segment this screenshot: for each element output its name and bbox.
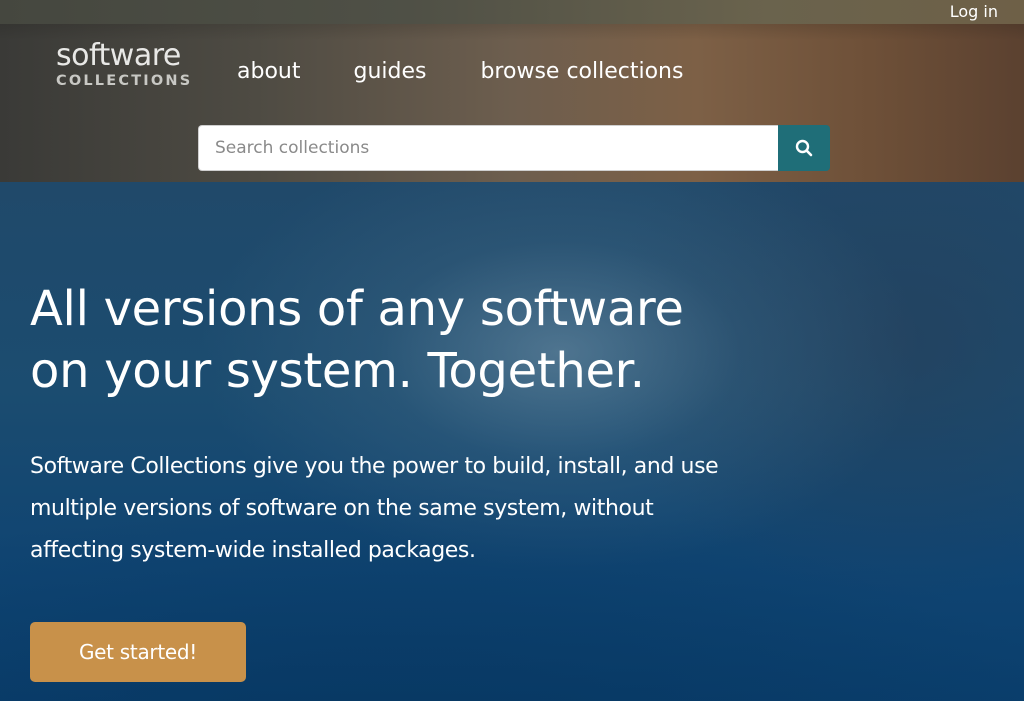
hero-section: All versions of any software on your sys… <box>0 182 1024 701</box>
hero-description-line: Software Collections give you the power … <box>30 454 719 479</box>
site-logo[interactable]: software COLLECTIONS <box>56 38 193 96</box>
nav-link-about[interactable]: about <box>237 56 300 88</box>
get-started-button[interactable]: Get started! <box>30 622 246 682</box>
hero-title-line: All versions of any software <box>30 281 684 337</box>
hero-title-line: on your system. Together. <box>30 343 645 399</box>
nav-link-browse-collections[interactable]: browse collections <box>480 56 683 88</box>
top-bar: Log in <box>0 0 1024 24</box>
search-input[interactable] <box>198 125 778 171</box>
hero-title: All versions of any software on your sys… <box>30 278 730 402</box>
logo-wordmark-bottom: COLLECTIONS <box>56 73 193 89</box>
search-button[interactable] <box>778 125 830 171</box>
page: Log in software COLLECTIONS about guides… <box>0 0 1024 701</box>
nav-link-guides[interactable]: guides <box>353 56 426 88</box>
main-nav: about guides browse collections <box>237 56 683 88</box>
search-form <box>198 125 830 171</box>
hero-description: Software Collections give you the power … <box>30 446 750 572</box>
search-icon <box>795 139 813 157</box>
login-link[interactable]: Log in <box>950 1 998 23</box>
hero-description-line: multiple versions of software on the sam… <box>30 496 654 521</box>
hero-description-line: affecting system-wide installed packages… <box>30 538 476 563</box>
site-header: Log in software COLLECTIONS about guides… <box>0 0 1024 182</box>
logo-wordmark-top: software <box>56 38 181 73</box>
